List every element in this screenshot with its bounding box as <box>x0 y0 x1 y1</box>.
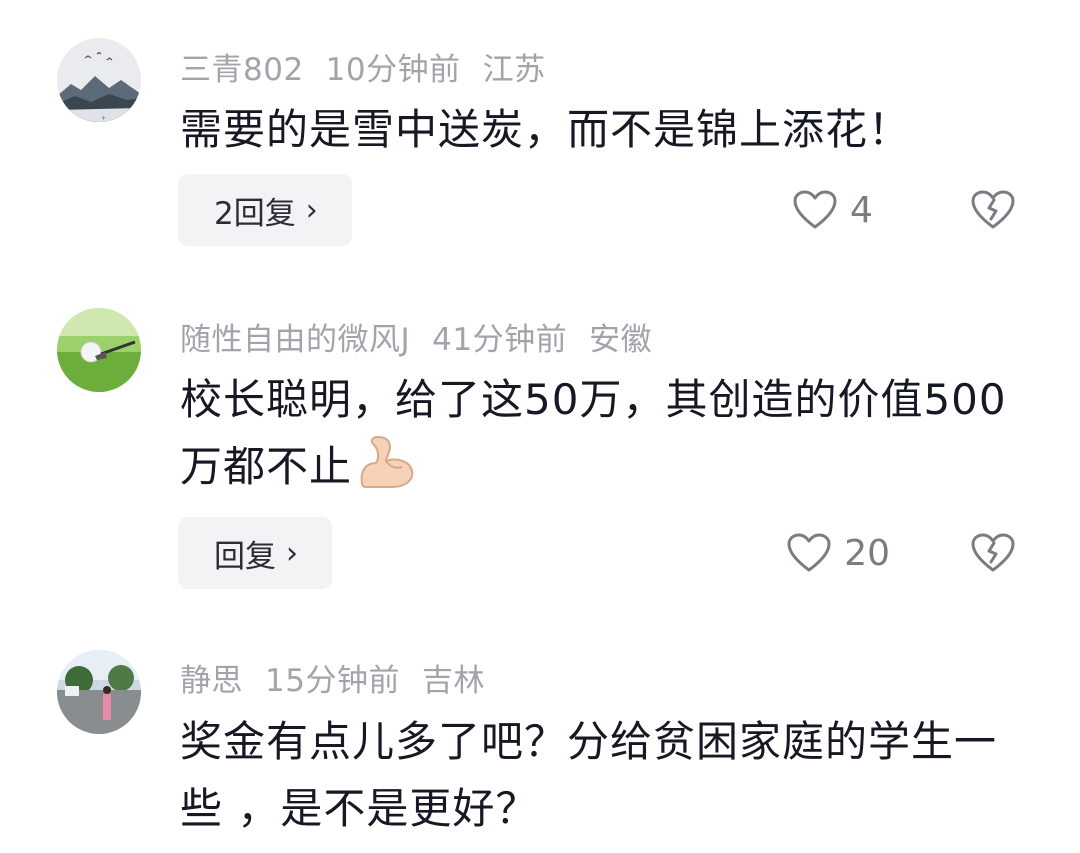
broken-heart-icon <box>971 190 1015 229</box>
timestamp: 41分钟前 <box>432 322 568 358</box>
reply-button[interactable]: 回复 › <box>178 517 332 589</box>
user-avatar[interactable]: + <box>57 38 141 122</box>
comment-meta: 随性自由的微风J 41分钟前 安徽 <box>180 314 674 359</box>
reply-label: 2回复 <box>214 195 296 232</box>
dislike-button[interactable] <box>970 517 1016 589</box>
street-photo-avatar-icon <box>57 650 141 734</box>
location: 江苏 <box>482 52 546 88</box>
user-avatar[interactable] <box>57 308 141 392</box>
comment-text: 需要的是雪中送炭，而不是锦上添花！ <box>180 105 912 154</box>
heart-icon <box>793 190 837 229</box>
reply-button[interactable]: 2回复 › <box>178 174 352 246</box>
flexed-biceps-emoji-icon <box>360 435 414 488</box>
timestamp: 10分钟前 <box>325 52 461 88</box>
reply-label: 回复 <box>214 538 276 575</box>
landscape-mountain-avatar-icon: + <box>57 38 141 122</box>
like-count: 20 <box>844 532 890 574</box>
like-button[interactable]: 4 <box>792 174 890 246</box>
location: 吉林 <box>421 663 485 699</box>
comment-text-content: 校长聪明，给了这50万，其创造的价值500万都不止 <box>180 375 1007 491</box>
svg-text:+: + <box>101 115 106 122</box>
username[interactable]: 三青802 <box>180 52 304 88</box>
like-count: 4 <box>850 189 873 231</box>
comment-item: 静思 15分钟前 吉林 奖金有点儿多了吧？分给贫困家庭的学生一些 ，是不是更好？ <box>0 613 1080 853</box>
comment-meta: 静思 15分钟前 吉林 <box>180 655 507 700</box>
timestamp: 15分钟前 <box>265 663 400 699</box>
dislike-button[interactable] <box>970 174 1016 246</box>
comment-item: + 三青802 10分钟前 江苏 需要的是雪中送炭，而不是锦上添花！ 2回复 › 4 <box>0 0 1080 270</box>
comment-item: 随性自由的微风J 41分钟前 安徽 校长聪明，给了这50万，其创造的价值500万都不… <box>0 270 1080 620</box>
user-avatar[interactable] <box>57 650 141 734</box>
heart-icon <box>787 533 831 572</box>
golf-ball-avatar-icon <box>57 308 141 392</box>
username[interactable]: 静思 <box>180 663 243 699</box>
comment-meta: 三青802 10分钟前 江苏 <box>180 44 568 89</box>
username[interactable]: 随性自由的微风J <box>180 322 410 358</box>
comment-text: 校长聪明，给了这50万，其创造的价值500万都不止 <box>180 366 1020 500</box>
chevron-right-icon: › <box>305 192 318 228</box>
comment-text: 奖金有点儿多了吧？分给贫困家庭的学生一些 ，是不是更好？ <box>180 717 998 833</box>
chevron-right-icon: › <box>286 535 298 571</box>
like-button[interactable]: 20 <box>786 517 890 589</box>
location: 安徽 <box>589 322 653 358</box>
broken-heart-icon <box>971 533 1015 572</box>
